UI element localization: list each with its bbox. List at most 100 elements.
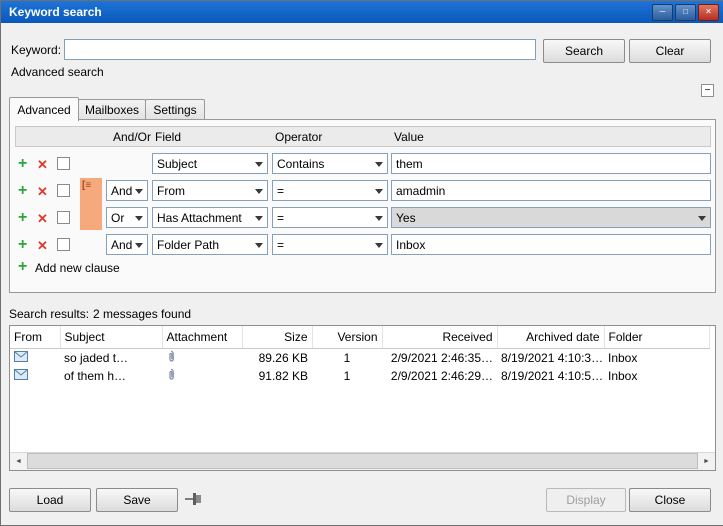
operator-select[interactable]: = bbox=[272, 180, 388, 201]
scrollbar-thumb[interactable] bbox=[27, 453, 698, 469]
result-subject: of them h… bbox=[60, 367, 162, 385]
andor-select[interactable]: And bbox=[106, 234, 148, 255]
field-select[interactable]: From bbox=[152, 180, 268, 201]
clause-checkbox[interactable] bbox=[57, 238, 70, 251]
andor-select-value: And bbox=[111, 184, 132, 198]
add-clause-icon[interactable]: + bbox=[18, 180, 27, 201]
value-select-value: Yes bbox=[396, 211, 416, 225]
add-clause-icon[interactable]: + bbox=[18, 207, 27, 228]
chevron-down-icon bbox=[375, 243, 383, 248]
result-row[interactable]: so jaded t… 89.26 KB 1 2/9/2021 2:46:35…… bbox=[10, 349, 709, 368]
close-button[interactable]: Close bbox=[629, 488, 711, 512]
clause-row: + ✕ And Folder Path = bbox=[10, 231, 715, 258]
maximize-button[interactable]: □ bbox=[675, 4, 696, 21]
tab-settings-label: Settings bbox=[153, 103, 196, 117]
value-input[interactable] bbox=[391, 153, 711, 174]
column-header-from[interactable]: From bbox=[10, 326, 60, 349]
column-header-archived-date[interactable]: Archived date bbox=[497, 326, 604, 349]
delete-clause-icon[interactable]: ✕ bbox=[37, 235, 48, 256]
delete-clause-icon[interactable]: ✕ bbox=[37, 208, 48, 229]
keyword-label: Keyword: bbox=[11, 43, 61, 57]
andor-select[interactable]: Or bbox=[106, 207, 148, 228]
field-select[interactable]: Folder Path bbox=[152, 234, 268, 255]
clause-row: + ✕ And From = bbox=[10, 177, 715, 204]
minimize-icon: ─ bbox=[660, 8, 666, 16]
keyword-input[interactable] bbox=[64, 39, 536, 60]
value-input[interactable] bbox=[391, 180, 711, 201]
save-button[interactable]: Save bbox=[96, 488, 178, 512]
tab-mailboxes[interactable]: Mailboxes bbox=[78, 99, 146, 120]
clear-button[interactable]: Clear bbox=[629, 39, 711, 63]
operator-select[interactable]: Contains bbox=[272, 153, 388, 174]
operator-select-value: = bbox=[277, 238, 284, 252]
field-select[interactable]: Has Attachment bbox=[152, 207, 268, 228]
add-clause-icon[interactable]: + bbox=[18, 153, 27, 174]
chevron-down-icon bbox=[255, 162, 263, 167]
load-button[interactable]: Load bbox=[9, 488, 91, 512]
clause-grid-header: And/Or Field Operator Value bbox=[15, 126, 711, 147]
tab-advanced[interactable]: Advanced bbox=[9, 97, 79, 121]
result-archived-date: 8/19/2021 4:10:3… bbox=[497, 349, 604, 368]
add-new-clause-link[interactable]: Add new clause bbox=[35, 261, 120, 275]
field-select-value: Has Attachment bbox=[157, 211, 242, 225]
clause-checkbox[interactable] bbox=[57, 184, 70, 197]
scroll-left-button[interactable]: ◄ bbox=[10, 453, 27, 469]
field-select-value: From bbox=[157, 184, 185, 198]
paperclip-icon bbox=[166, 368, 176, 384]
close-button-titlebar[interactable]: ✕ bbox=[698, 4, 719, 21]
column-header-subject[interactable]: Subject bbox=[60, 326, 162, 349]
results-header-row: From Subject Attachment Size Version Rec… bbox=[10, 326, 709, 349]
operator-select[interactable]: = bbox=[272, 207, 388, 228]
clause-checkbox[interactable] bbox=[57, 211, 70, 224]
horizontal-scrollbar[interactable]: ◄ ► bbox=[10, 452, 715, 470]
column-header-size[interactable]: Size bbox=[242, 326, 312, 349]
titlebar[interactable]: Keyword search ─ □ ✕ bbox=[1, 1, 723, 23]
value-input[interactable] bbox=[391, 234, 711, 255]
column-header-received[interactable]: Received bbox=[382, 326, 497, 349]
andor-select-value: Or bbox=[111, 211, 124, 225]
result-row[interactable]: of them h… 91.82 KB 1 2/9/2021 2:46:29… … bbox=[10, 367, 709, 385]
andor-select[interactable]: And bbox=[106, 180, 148, 201]
minimize-button[interactable]: ─ bbox=[652, 4, 673, 21]
value-select[interactable]: Yes bbox=[391, 207, 711, 228]
operator-select-value: Contains bbox=[277, 157, 324, 171]
column-header-folder[interactable]: Folder bbox=[604, 326, 709, 349]
clause-row: + ✕ Or Has Attachment = Yes bbox=[10, 204, 715, 231]
operator-select-value: = bbox=[277, 211, 284, 225]
scroll-left-icon: ◄ bbox=[15, 458, 22, 465]
operator-select[interactable]: = bbox=[272, 234, 388, 255]
result-version: 1 bbox=[312, 349, 382, 368]
tab-settings[interactable]: Settings bbox=[145, 99, 205, 120]
chevron-down-icon bbox=[255, 243, 263, 248]
display-button: Display bbox=[546, 488, 626, 512]
envelope-icon bbox=[14, 369, 28, 383]
chevron-down-icon bbox=[375, 216, 383, 221]
result-received: 2/9/2021 2:46:29… bbox=[382, 367, 497, 385]
chevron-down-icon bbox=[255, 189, 263, 194]
chevron-down-icon bbox=[135, 189, 143, 194]
clause-checkbox[interactable] bbox=[57, 157, 70, 170]
result-version: 1 bbox=[312, 367, 382, 385]
pin-icon[interactable] bbox=[185, 492, 203, 509]
field-column-header: Field bbox=[155, 130, 181, 144]
scroll-right-button[interactable]: ► bbox=[698, 453, 715, 469]
clause-row: + ✕ Subject Contains bbox=[10, 150, 715, 177]
search-button[interactable]: Search bbox=[543, 39, 625, 63]
andor-select-value: And bbox=[111, 238, 132, 252]
column-header-version[interactable]: Version bbox=[312, 326, 382, 349]
window-controls: ─ □ ✕ bbox=[652, 4, 719, 21]
column-header-attachment[interactable]: Attachment bbox=[162, 326, 242, 349]
result-size: 89.26 KB bbox=[242, 349, 312, 368]
delete-clause-icon[interactable]: ✕ bbox=[37, 181, 48, 202]
window-title: Keyword search bbox=[6, 5, 102, 19]
collapse-section-button[interactable]: − bbox=[701, 84, 714, 97]
chevron-down-icon bbox=[135, 216, 143, 221]
add-clause-icon[interactable]: + bbox=[18, 234, 27, 255]
result-folder: Inbox bbox=[604, 367, 709, 385]
add-new-clause-icon[interactable]: + bbox=[18, 256, 27, 277]
envelope-icon bbox=[14, 351, 28, 365]
field-select[interactable]: Subject bbox=[152, 153, 268, 174]
chevron-down-icon bbox=[135, 243, 143, 248]
field-select-value: Subject bbox=[157, 157, 197, 171]
delete-clause-icon[interactable]: ✕ bbox=[37, 154, 48, 175]
